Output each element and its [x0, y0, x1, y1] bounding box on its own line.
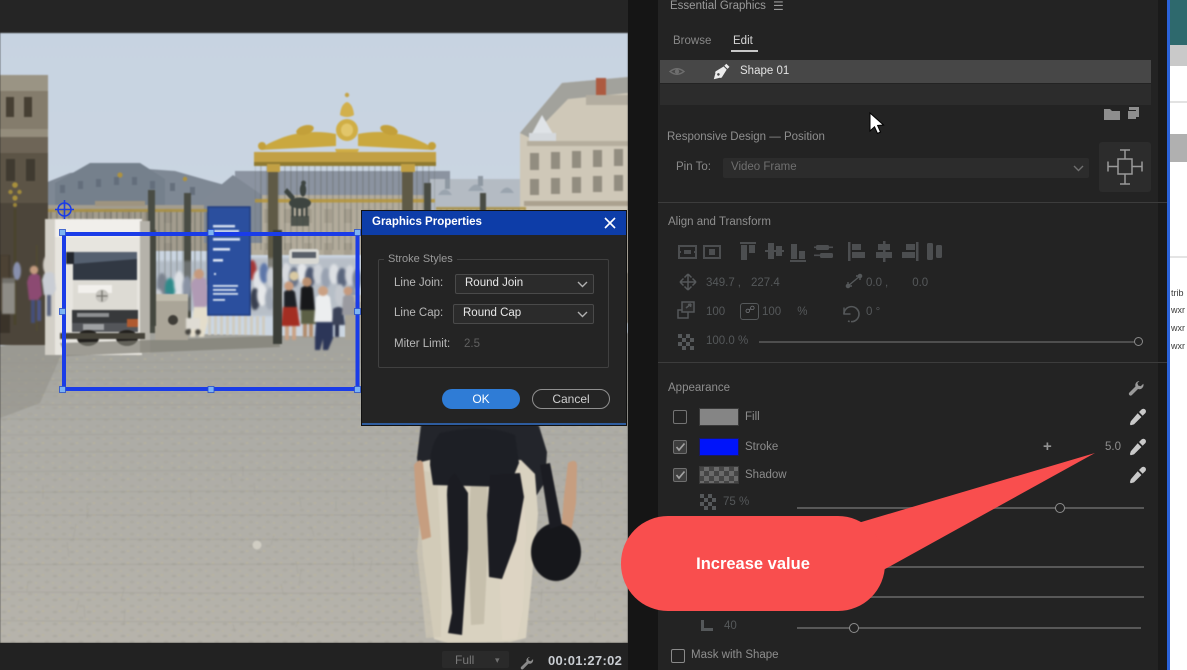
svg-text:Increase value: Increase value [696, 555, 810, 573]
